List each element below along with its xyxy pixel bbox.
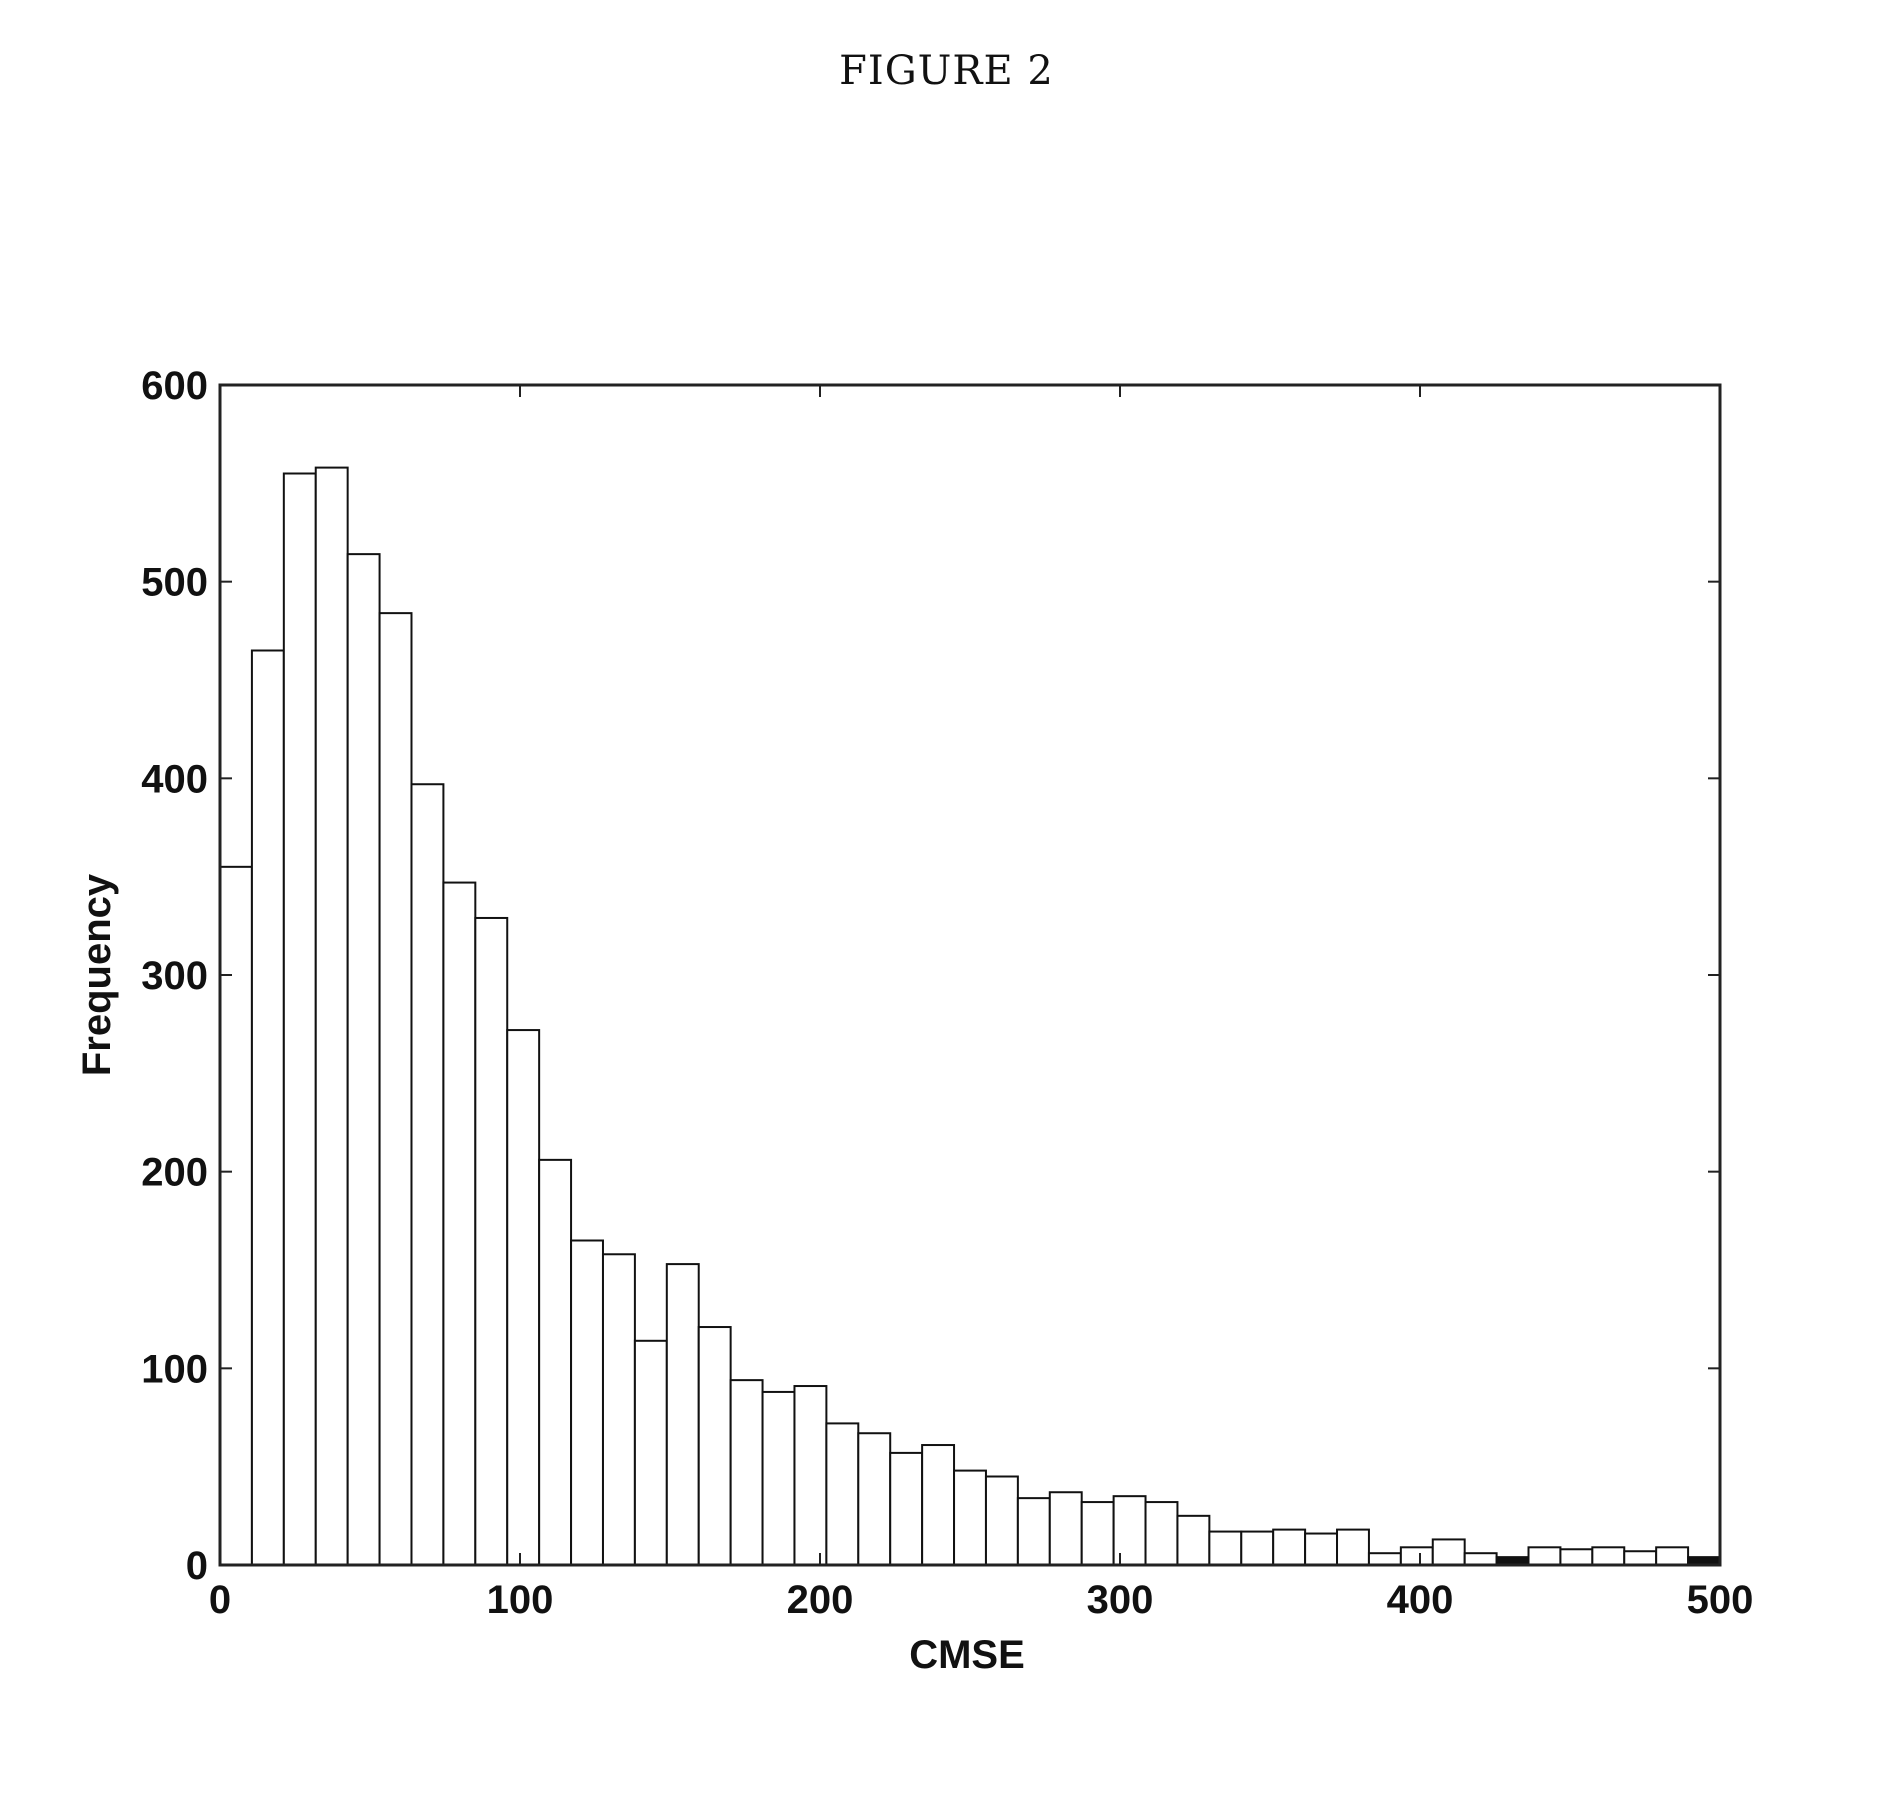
x-tick-label: 100 xyxy=(487,1578,554,1622)
histogram-bar xyxy=(250,649,285,1566)
y-tick-label: 300 xyxy=(141,954,208,998)
x-tick-label: 300 xyxy=(1087,1578,1154,1622)
histogram-bar xyxy=(1463,1552,1498,1566)
histogram-bar xyxy=(538,1158,573,1567)
histogram-bar xyxy=(1367,1552,1402,1566)
histogram-bar xyxy=(857,1432,892,1566)
histogram-bar xyxy=(1240,1530,1275,1566)
x-tick-label: 500 xyxy=(1687,1578,1754,1622)
histogram-bar xyxy=(633,1339,668,1567)
histogram-chart: 0 100 200 300 400 500 0 100 200 300 400 500 600 CMSE… xyxy=(75,364,1754,1677)
x-axis-label: CMSE xyxy=(909,1633,1025,1677)
histogram-bar xyxy=(889,1451,924,1567)
histogram-bar xyxy=(442,881,477,1566)
x-tick-label: 200 xyxy=(787,1578,854,1622)
histogram-bar xyxy=(793,1385,828,1566)
histogram-bar xyxy=(506,1029,541,1566)
histogram-bar xyxy=(1112,1495,1147,1566)
histogram-bar xyxy=(1016,1497,1051,1566)
histogram-bar xyxy=(1080,1501,1115,1566)
histogram-bar xyxy=(1304,1532,1339,1566)
histogram-bar xyxy=(1272,1528,1307,1566)
histogram-bar xyxy=(761,1390,796,1567)
histogram-bar xyxy=(474,916,509,1566)
histogram-bar xyxy=(601,1253,636,1567)
histogram-bar xyxy=(1527,1546,1562,1567)
histogram-bar xyxy=(346,553,381,1566)
histogram-bar xyxy=(410,783,445,1566)
y-tick-label: 600 xyxy=(141,364,208,408)
histogram-bar xyxy=(984,1475,1019,1566)
y-axis-label: Frequency xyxy=(75,873,119,1076)
histogram-bar xyxy=(378,612,413,1566)
histogram-bar xyxy=(1655,1546,1690,1567)
histogram-bar xyxy=(282,472,317,1566)
histogram-bar xyxy=(1048,1491,1083,1566)
histogram-bar xyxy=(697,1326,732,1566)
histogram-bar xyxy=(570,1239,604,1566)
histogram-bar xyxy=(1431,1538,1466,1567)
histogram-bar xyxy=(1559,1548,1594,1567)
histogram-bar xyxy=(314,466,349,1567)
histogram-bar xyxy=(1591,1546,1626,1567)
histogram-bar xyxy=(665,1263,700,1566)
y-tick-label: 0 xyxy=(186,1544,208,1588)
histogram-bar xyxy=(1336,1528,1370,1566)
y-tick-label: 200 xyxy=(141,1151,208,1195)
histogram-bar xyxy=(1144,1501,1179,1566)
y-tick-label: 400 xyxy=(141,757,208,801)
bars-group xyxy=(219,466,1721,1567)
histogram-bar xyxy=(953,1469,987,1566)
histogram-bar xyxy=(1399,1546,1434,1567)
y-tick-label: 100 xyxy=(141,1347,208,1391)
histogram-bar xyxy=(729,1379,764,1566)
y-tick-label: 500 xyxy=(141,561,208,605)
histogram-bar xyxy=(1176,1514,1211,1567)
histogram-bar xyxy=(825,1422,860,1567)
histogram-bar xyxy=(219,865,253,1566)
histogram-bar xyxy=(1623,1550,1658,1566)
x-tick-label: 0 xyxy=(209,1578,231,1622)
histogram-bar xyxy=(921,1444,956,1566)
histogram-bar xyxy=(1208,1530,1243,1566)
x-tick-label: 400 xyxy=(1387,1578,1454,1622)
